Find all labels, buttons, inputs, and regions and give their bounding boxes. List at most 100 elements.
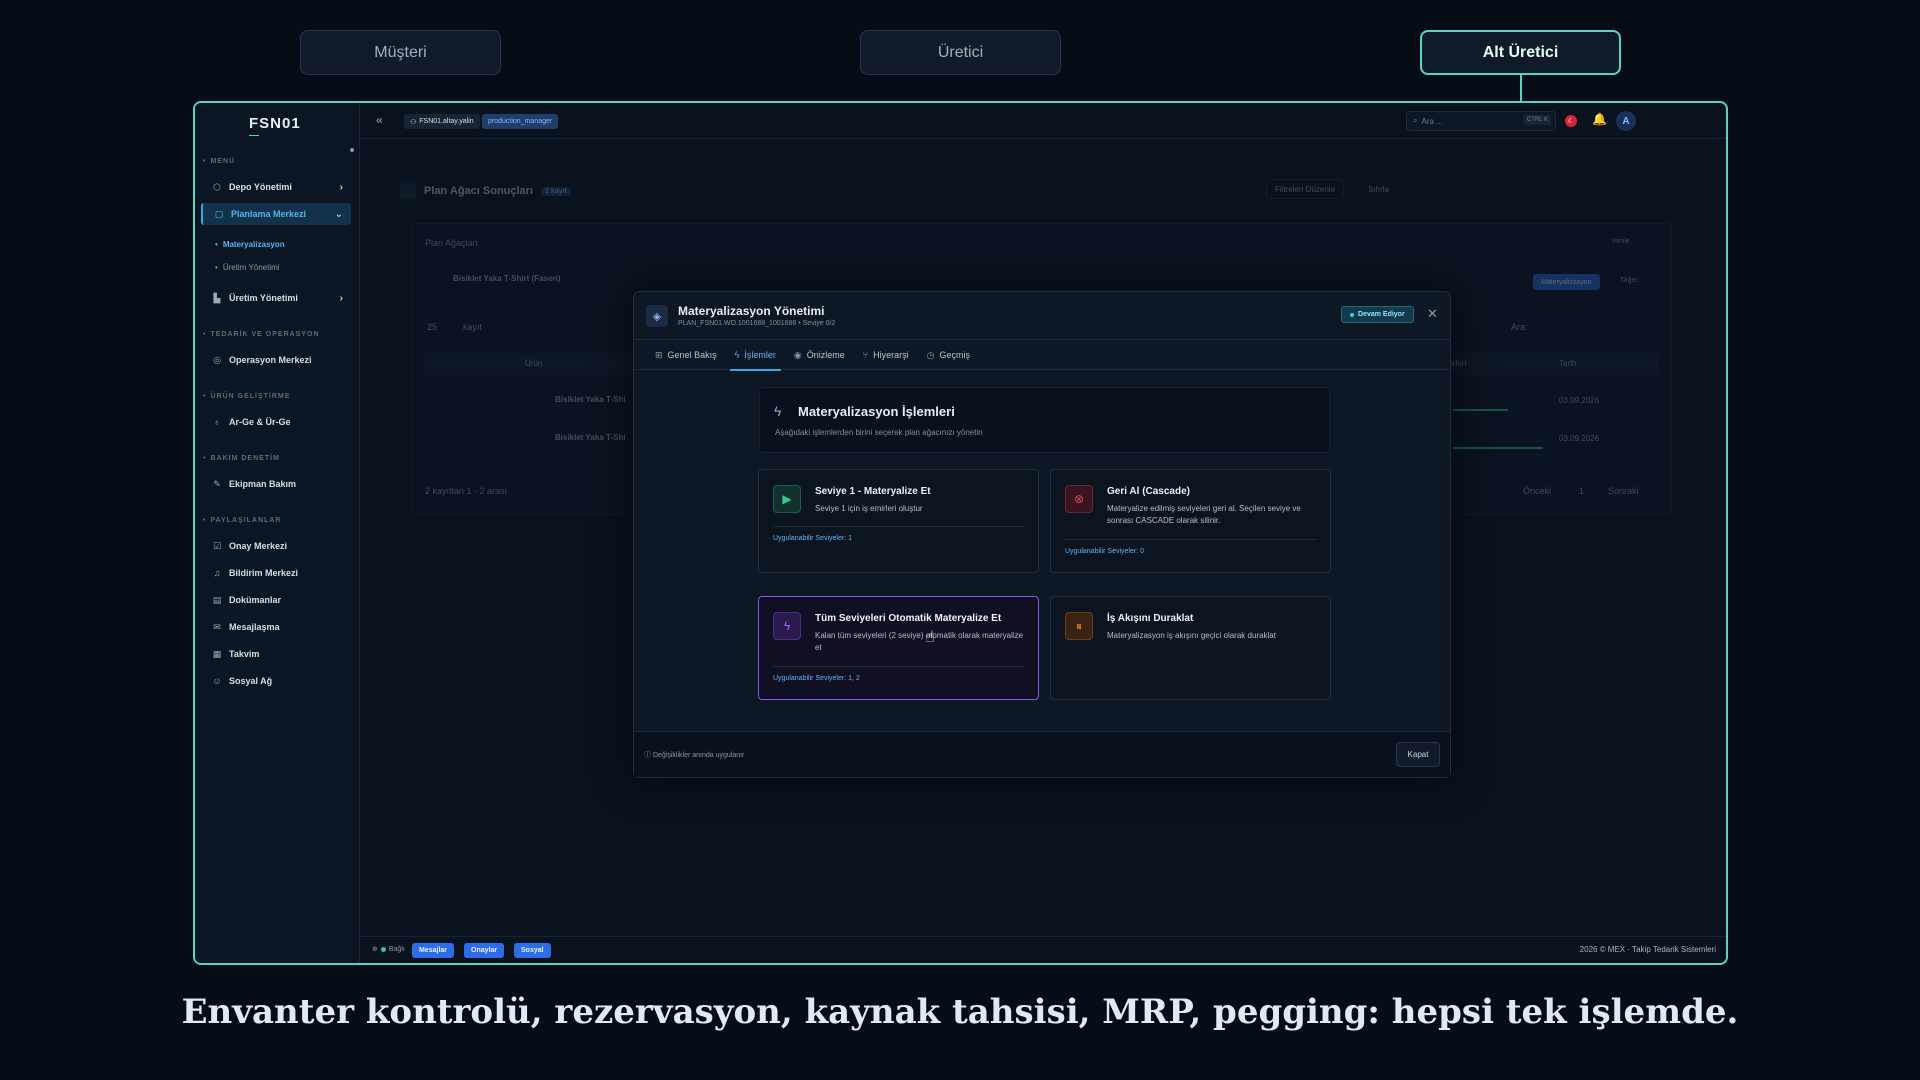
clock-icon: ◷ bbox=[926, 349, 935, 360]
section-urun: ÜRÜN GELİŞTİRME bbox=[203, 393, 290, 400]
sidebar-item-onay[interactable]: ☑ Onay Merkezi bbox=[201, 535, 351, 557]
search-shortcut: CTRL K bbox=[1523, 115, 1551, 125]
info-icon: ⓘ bbox=[644, 752, 653, 759]
close-icon[interactable]: ✕ bbox=[1427, 306, 1438, 322]
sidebar-item-label: Planlama Merkezi bbox=[231, 209, 307, 219]
connection-label: Bağlı bbox=[388, 945, 405, 953]
page-title: Plan Ağacı Sonuçları bbox=[424, 185, 534, 197]
sidebar-item-dokumanlar[interactable]: ▤ Dokümanlar bbox=[201, 589, 351, 611]
sidebar-item-operasyon[interactable]: ◎ Operasyon Merkezi bbox=[201, 349, 351, 371]
modal-header: ◈ Materyalizasyon Yönetimi PLAN_FSN01.WO… bbox=[634, 292, 1450, 340]
pointer-cursor-icon: ☝ bbox=[925, 629, 935, 646]
modal-title: Materyalizasyon Yönetimi bbox=[678, 304, 825, 318]
caption: Envanter kontrolü, rezervasyon, kaynak t… bbox=[181, 992, 1739, 1032]
role-chip: production_manager bbox=[482, 114, 559, 129]
sidebar-item-takvim[interactable]: ▦ Takvim bbox=[201, 643, 351, 665]
sidebar-item-planlama[interactable]: ▢ Planlama Merkezi ⌄ bbox=[201, 203, 351, 225]
tab-genel-bakis[interactable]: ⊞ Genel Bakış bbox=[646, 340, 726, 370]
edit-filters-button[interactable]: Filtreleri Düzenle bbox=[1266, 179, 1345, 199]
close-button[interactable]: Kapat bbox=[1396, 742, 1440, 767]
sidebar-item-ekipman[interactable]: ✎ Ekipman Bakım bbox=[201, 473, 351, 495]
bolt-icon: ϟ bbox=[734, 350, 740, 360]
op-meta: Uygulanabilir Seviyeler: 0 bbox=[1065, 548, 1144, 555]
sidebar-sub-uretim[interactable]: Üretim Yönetimi bbox=[215, 263, 280, 272]
page-size-select[interactable]: 25 bbox=[427, 322, 437, 332]
materialize-button[interactable]: Materyalizasyon bbox=[1533, 274, 1600, 290]
branch-icon: ⑂ bbox=[862, 350, 869, 360]
reset-button[interactable]: Sıfırla bbox=[1360, 179, 1397, 199]
sidebar: FSN01 MENÜ ⬡ Depo Yönetimi › ▢ Planlama … bbox=[195, 103, 360, 963]
sidebar-item-label: Mesajlaşma bbox=[229, 622, 280, 632]
search-input[interactable]: ⌕ Ara ... CTRL K bbox=[1406, 111, 1556, 131]
user-icon: ⚇ bbox=[410, 118, 417, 126]
op-meta: Uygulanabilir Seviyeler: 1, 2 bbox=[773, 675, 860, 682]
sidebar-item-label: Dokümanlar bbox=[229, 595, 282, 605]
sidebar-sub-materyalizasyon[interactable]: Materyalizasyon bbox=[215, 240, 285, 249]
status-bar: ⊕ Bağlı Mesajlar Onaylar Sosyal 2026 © M… bbox=[360, 936, 1726, 963]
sidebar-item-label: Takvim bbox=[229, 649, 260, 659]
op-card-tum-seviyeler[interactable]: ϟ Tüm Seviyeleri Otomatik Materyalize Et… bbox=[758, 596, 1039, 700]
sidebar-item-arge[interactable]: ♁ Ar-Ge & Ür-Ge bbox=[201, 411, 351, 433]
search-icon: ⌕ bbox=[1413, 116, 1418, 125]
status-label: Devam Ediyor bbox=[1358, 311, 1405, 318]
sidebar-toggle-dot[interactable] bbox=[350, 148, 354, 152]
op-card-geri-al[interactable]: ⊗ Geri Al (Cascade) Materyalize edilmiş … bbox=[1050, 469, 1331, 573]
sidebar-item-bildirim[interactable]: ♫ Bildirim Merkezi bbox=[201, 562, 351, 584]
role-tab-alt-uretici[interactable]: Alt Üretici bbox=[1420, 30, 1621, 75]
tab-hiyerarsi[interactable]: ⑂ Hiyerarşi bbox=[854, 340, 918, 370]
avatar[interactable]: A bbox=[1616, 111, 1636, 131]
plan-row-name: Bisiklet Yaka T-Shirt (Fason) bbox=[453, 274, 561, 283]
operations-desc: Aşağıdaki işlemlerden birini seçerek pla… bbox=[775, 428, 983, 437]
bolt-icon: ϟ bbox=[773, 612, 801, 640]
tab-gecmis[interactable]: ◷ Geçmiş bbox=[918, 340, 979, 370]
op-divider bbox=[773, 666, 1024, 667]
sidebar-item-label: Operasyon Merkezi bbox=[229, 355, 312, 365]
other-button[interactable]: Diğer bbox=[1621, 277, 1638, 284]
status-badge: Devam Ediyor bbox=[1341, 306, 1414, 323]
next-page-button[interactable]: Sonraki bbox=[1608, 486, 1639, 496]
op-desc: Materyalizasyon iş akışını geçici olarak… bbox=[1107, 631, 1276, 640]
table-row-date: 03.09.2026 bbox=[1559, 434, 1600, 443]
footer-note-label: Değişiklikler anında uygulanır bbox=[652, 752, 745, 759]
social-button[interactable]: Sosyal bbox=[514, 943, 551, 958]
section-menu: MENÜ bbox=[203, 158, 235, 165]
sidebar-item-uretim[interactable]: ▙ Üretim Yönetimi › bbox=[201, 287, 351, 309]
role-tab-uretici[interactable]: Üretici bbox=[860, 30, 1061, 75]
table-row-name: Bisiklet Yaka T-Shi bbox=[555, 433, 626, 442]
page-number[interactable]: 1 bbox=[1579, 486, 1584, 496]
op-card-seviye1[interactable]: ▶ Seviye 1 - Materyalize Et Seviye 1 içi… bbox=[758, 469, 1039, 573]
user-chip[interactable]: ⚇ FSN01.altay.yalin bbox=[404, 114, 480, 129]
sidebar-item-label: Depo Yönetimi bbox=[229, 182, 292, 192]
tab-onizleme[interactable]: ◉ Önizleme bbox=[785, 340, 854, 370]
connected-dot bbox=[380, 946, 386, 952]
refresh-button[interactable]: Yenile bbox=[1611, 238, 1630, 245]
sidebar-item-label: Ar-Ge & Ür-Ge bbox=[229, 417, 291, 427]
op-card-duraklat[interactable]: ⏸ İş Akışını Duraklat Materyalizasyon iş… bbox=[1050, 596, 1331, 700]
collapse-sidebar-icon[interactable]: « bbox=[376, 113, 383, 127]
col-urun: Ürün bbox=[525, 359, 543, 368]
modal-footer: ⓘ Değişiklikler anında uygulanır Kapat bbox=[634, 731, 1450, 777]
col-fiyat: irleri bbox=[1451, 359, 1467, 368]
logo-underline bbox=[249, 135, 259, 136]
approvals-button[interactable]: Onaylar bbox=[464, 943, 505, 958]
tab-islemler[interactable]: ϟ İşlemler bbox=[726, 340, 785, 371]
operations-header: ϟ Materyalizasyon İşlemleri Aşağıdaki iş… bbox=[759, 387, 1330, 453]
sidebar-item-mesajlasma[interactable]: ✉ Mesajlaşma bbox=[201, 616, 351, 638]
sidebar-item-label: Ekipman Bakım bbox=[229, 479, 297, 489]
op-title: İş Akışını Duraklat bbox=[1107, 613, 1194, 624]
op-divider bbox=[773, 526, 1024, 527]
sidebar-item-sosyal[interactable]: ☺ Sosyal Ağ bbox=[201, 670, 351, 692]
language-flag-icon[interactable]: ☾ bbox=[1565, 115, 1577, 127]
table-row-date: 03.09.2026 bbox=[1559, 396, 1600, 405]
notification-bell-icon[interactable]: 🔔 bbox=[1592, 112, 1607, 126]
wrench-icon: ✎ bbox=[213, 478, 221, 489]
op-title: Geri Al (Cascade) bbox=[1107, 486, 1190, 497]
card-title: Plan Ağaçları bbox=[425, 238, 479, 248]
messages-button[interactable]: Mesajlar bbox=[412, 943, 455, 958]
role-tab-musteri[interactable]: Müşteri bbox=[300, 30, 501, 75]
document-icon: ▤ bbox=[212, 594, 222, 605]
mail-icon: ✉ bbox=[213, 621, 221, 632]
sidebar-item-depo[interactable]: ⬡ Depo Yönetimi › bbox=[201, 176, 351, 198]
cube-icon: ⬡ bbox=[213, 181, 221, 192]
prev-page-button[interactable]: Önceki bbox=[1523, 486, 1551, 496]
